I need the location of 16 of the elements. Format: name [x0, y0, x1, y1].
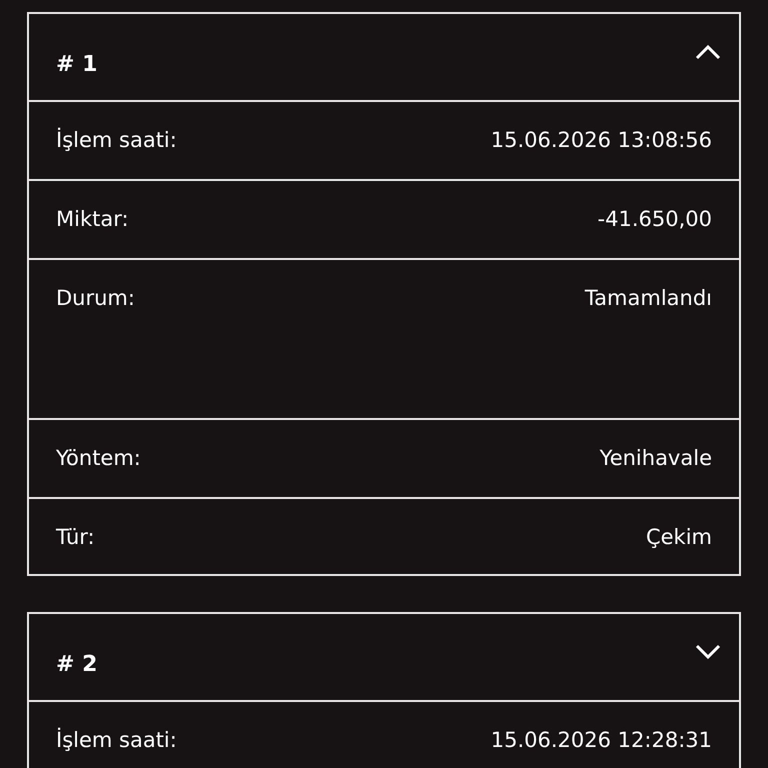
field-value: -41.650,00 [598, 207, 712, 231]
chevron-icon[interactable] [695, 44, 721, 60]
transaction-number: # 2 [56, 652, 98, 677]
chevron-icon[interactable] [695, 644, 721, 660]
field-label: Yöntem: [56, 446, 141, 470]
field-label: Durum: [56, 286, 135, 310]
transaction-number: # 1 [56, 52, 98, 77]
field-label: İşlem saati: [56, 728, 177, 752]
field-label: İşlem saati: [56, 128, 177, 152]
field-value: Tamamlandı [584, 286, 712, 310]
field-label: Miktar: [56, 207, 129, 231]
field-value: Yenihavale [600, 446, 712, 470]
field-value: 15.06.2026 13:08:56 [490, 128, 712, 152]
field-value: 15.06.2026 12:28:31 [490, 728, 712, 752]
field-value: Çekim [646, 525, 712, 549]
field-label: Tür: [56, 525, 95, 549]
